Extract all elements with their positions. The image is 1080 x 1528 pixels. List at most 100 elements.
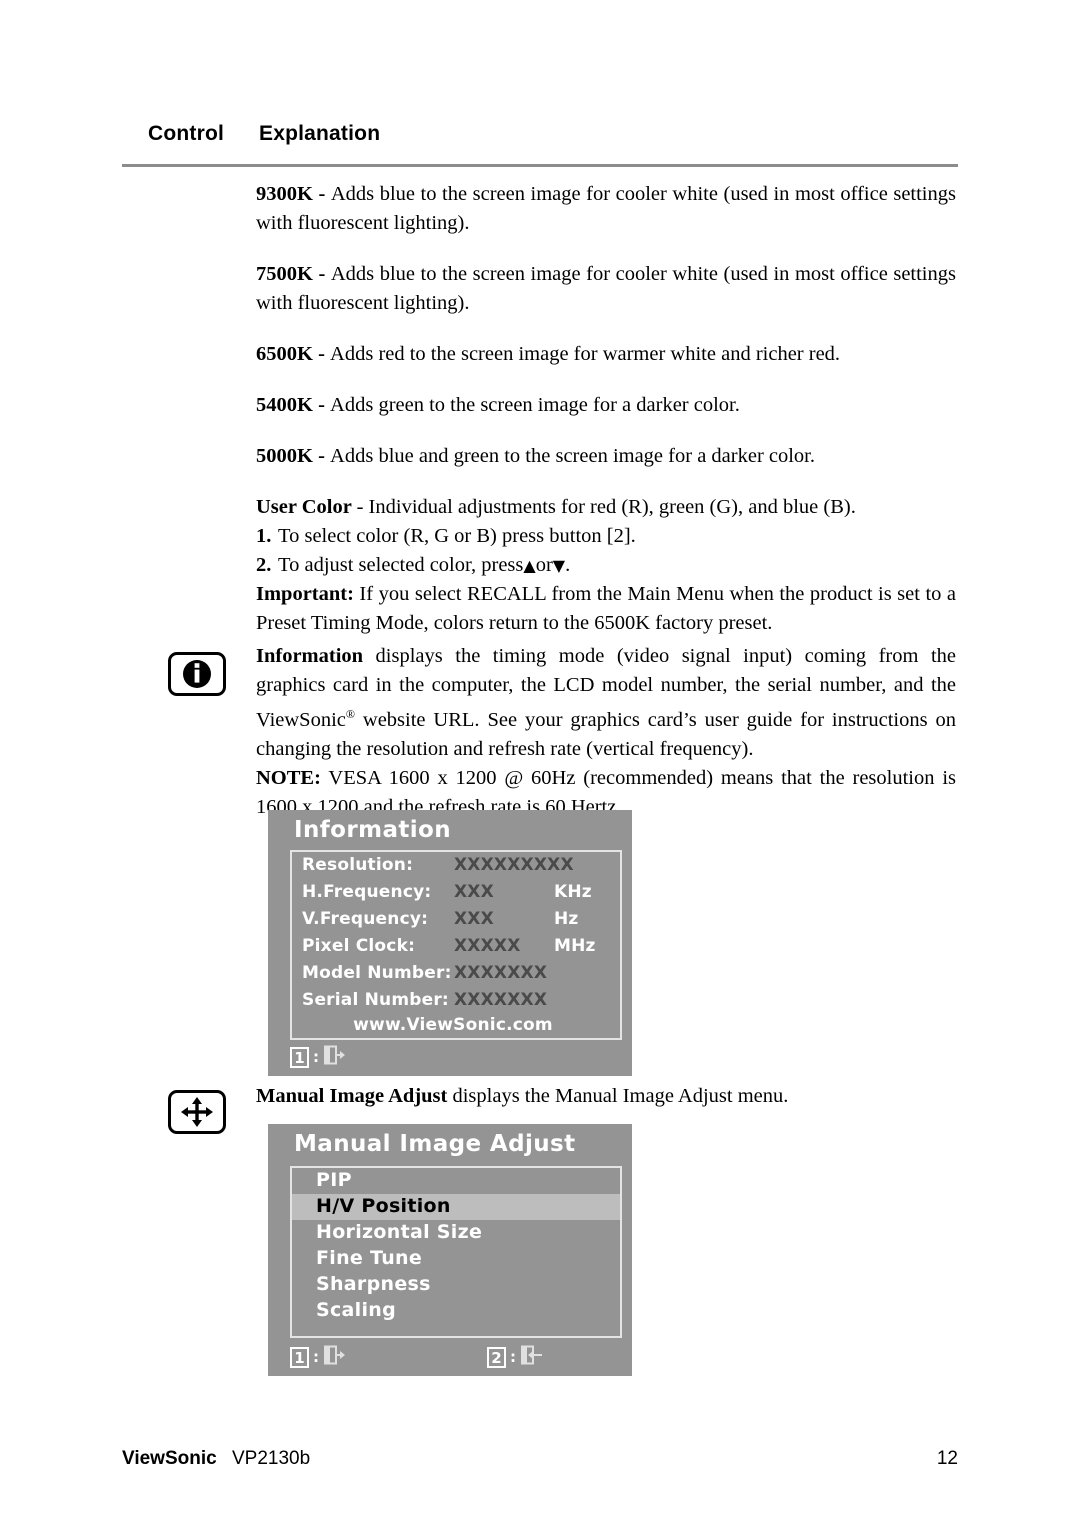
text-manual-image-adjust: displays the Manual Image Adjust menu. (447, 1085, 789, 1107)
information-icon (168, 652, 226, 696)
text-6500k: Adds red to the screen image for warmer … (330, 343, 841, 365)
osd-key-1[interactable]: 1 : (290, 1045, 346, 1069)
text-user-color: - Individual adjustments for red (R), gr… (356, 496, 856, 518)
osd-information-footer: 1 : (290, 1045, 622, 1071)
paragraph-manual-image-adjust: Manual Image Adjust displays the Manual … (256, 1082, 956, 1111)
key-colon: : (313, 1048, 319, 1066)
label-important: Important: (256, 583, 354, 605)
info-row-pixel-clock: Pixel Clock: XXXXX MHz (292, 933, 620, 960)
info-label: Serial Number: (302, 990, 449, 1010)
down-arrow-icon: ▼ (552, 556, 566, 575)
info-value: XXXXXXX (454, 963, 548, 983)
label-5000k: 5000K - (256, 445, 331, 467)
label-7500k: 7500K - (256, 263, 331, 285)
label-manual-image-adjust: Manual Image Adjust (256, 1085, 448, 1107)
up-arrow-icon: ▲ (523, 556, 536, 575)
manual-image-adjust-description: Manual Image Adjust displays the Manual … (256, 1082, 956, 1111)
info-label: V.Frequency: (302, 909, 429, 929)
manual-page: Control Explanation 9300K - Adds blue to… (0, 0, 1080, 1528)
return-icon (521, 1345, 543, 1369)
label-9300k: 9300K - (256, 183, 331, 205)
paragraph-5000k: 5000K - Adds blue and green to the scree… (256, 442, 956, 471)
footer-model: VP2130b (231, 1448, 311, 1469)
column-header-explanation: Explanation (259, 122, 381, 145)
osd-information-body: Resolution: XXXXXXXXX H.Frequency: XXX K… (290, 850, 622, 1040)
registered-mark-icon: ® (345, 707, 355, 721)
osd-manual-title: Manual Image Adjust (294, 1131, 576, 1157)
label-user-color: User Color (256, 496, 357, 518)
menu-item-label: Horizontal Size (316, 1221, 483, 1243)
exit-icon (324, 1345, 346, 1369)
menu-item-scaling[interactable]: Scaling (292, 1298, 620, 1324)
osd-key-1[interactable]: 1 : (290, 1345, 346, 1369)
step-2: 2. To adjust selected color, press▲or▼. (256, 551, 956, 580)
info-value: XXXXX (454, 936, 521, 956)
osd-information-url: www.ViewSonic.com (353, 1015, 553, 1035)
text-7500k: Adds blue to the screen image for cooler… (256, 263, 956, 314)
key-colon: : (313, 1348, 319, 1366)
text-important: If you select RECALL from the Main Menu … (256, 583, 956, 634)
footer-page-number: 12 (936, 1448, 958, 1469)
info-value: XXX (454, 909, 494, 929)
menu-item-label: H/V Position (316, 1195, 451, 1217)
info-row-resolution: Resolution: XXXXXXXXX (292, 852, 620, 879)
text-9300k: Adds blue to the screen image for cooler… (256, 183, 956, 234)
menu-item-horizontal-size[interactable]: Horizontal Size (292, 1220, 620, 1246)
paragraph-5400k: 5400K - Adds green to the screen image f… (256, 391, 956, 420)
step-2-period: . (565, 554, 571, 576)
column-header: Control Explanation (122, 122, 958, 158)
menu-item-hv-position[interactable]: H/V Position (292, 1194, 620, 1220)
key-label: 2 (487, 1346, 506, 1368)
menu-item-sharpness[interactable]: Sharpness (292, 1272, 620, 1298)
step-2-text: To adjust selected color, press (278, 554, 524, 576)
info-unit: MHz (554, 936, 596, 956)
page-footer: ViewSonic VP2130b 12 (122, 1448, 958, 1478)
info-label: Pixel Clock: (302, 936, 416, 956)
information-description: Information displays the timing mode (vi… (256, 642, 956, 822)
step-1-number: 1. (256, 525, 272, 547)
label-information: Information (256, 645, 364, 667)
info-row-v-frequency: V.Frequency: XXX Hz (292, 906, 620, 933)
key-label: 1 (290, 1046, 309, 1068)
text-5400k: Adds green to the screen image for a dar… (330, 394, 740, 416)
menu-item-label: Scaling (316, 1299, 397, 1321)
manual-image-adjust-icon (168, 1090, 226, 1134)
column-header-control: Control (148, 122, 225, 145)
paragraph-9300k: 9300K - Adds blue to the screen image fo… (256, 180, 956, 238)
paragraph-important: Important: If you select RECALL from the… (256, 580, 956, 638)
info-unit: Hz (554, 909, 579, 929)
explanation-content: 9300K - Adds blue to the screen image fo… (256, 180, 956, 638)
info-value: XXXXXXX (454, 990, 548, 1010)
exit-icon (324, 1045, 346, 1069)
text-5000k: Adds blue and green to the screen image … (330, 445, 816, 467)
osd-manual-image-adjust-panel[interactable]: Manual Image Adjust PIP H/V Position Hor… (268, 1124, 632, 1376)
text-information-b: website URL. See your graphics card’s us… (256, 708, 956, 760)
header-divider (122, 164, 958, 167)
menu-item-label: Fine Tune (316, 1247, 423, 1269)
info-value: XXXXXXXXX (454, 855, 574, 875)
osd-manual-footer: 1 : 2 : (290, 1345, 622, 1371)
label-note: NOTE: (256, 766, 321, 789)
menu-item-fine-tune[interactable]: Fine Tune (292, 1246, 620, 1272)
menu-item-label: PIP (316, 1169, 352, 1191)
paragraph-user-color: User Color - Individual adjustments for … (256, 493, 956, 522)
footer-brand: ViewSonic (122, 1448, 217, 1469)
paragraph-information: Information displays the timing mode (vi… (256, 642, 956, 764)
info-row-model-number: Model Number: XXXXXXX (292, 960, 620, 987)
step-2-or: or (535, 554, 553, 576)
paragraph-6500k: 6500K - Adds red to the screen image for… (256, 340, 956, 369)
label-5400k: 5400K - (256, 394, 331, 416)
osd-information-panel[interactable]: Information Resolution: XXXXXXXXX H.Freq… (268, 810, 632, 1076)
step-1-text: To select color (R, G or B) press button… (278, 525, 636, 547)
osd-key-2[interactable]: 2 : (487, 1345, 543, 1369)
label-6500k: 6500K - (256, 343, 331, 365)
menu-item-label: Sharpness (316, 1273, 431, 1295)
osd-manual-body: PIP H/V Position Horizontal Size Fine Tu… (290, 1166, 622, 1338)
info-row-serial-number: Serial Number: XXXXXXX (292, 987, 620, 1014)
info-label: Model Number: (302, 963, 452, 983)
info-value: XXX (454, 882, 494, 902)
step-1: 1. To select color (R, G or B) press butt… (256, 522, 956, 551)
key-colon: : (510, 1348, 516, 1366)
menu-item-pip[interactable]: PIP (292, 1168, 620, 1194)
info-row-h-frequency: H.Frequency: XXX KHz (292, 879, 620, 906)
